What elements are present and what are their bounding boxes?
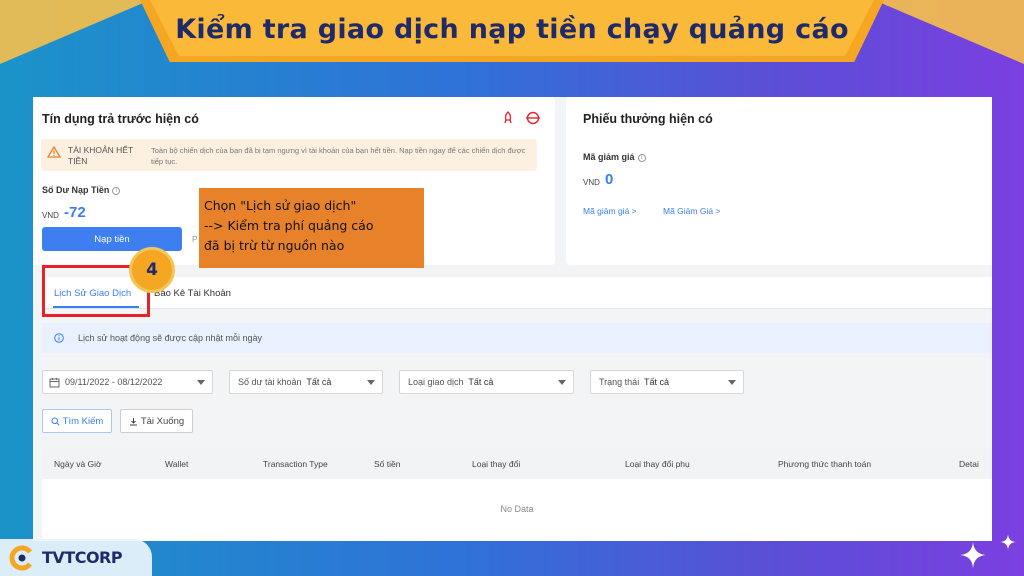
transaction-type-label: Loại giao dịch Tất cả (408, 377, 494, 387)
tab-account-statement[interactable]: Báo Kê Tài Khoản (154, 288, 231, 299)
voucher-card: Phiếu thưởng hiện có Mã giảm giá i VND 0 … (566, 97, 992, 265)
col-payment-method: Phương thức thanh toán (778, 459, 872, 469)
voucher-link-1[interactable]: Mã giảm giá > (583, 206, 637, 216)
callout-note: Chọn "Lịch sử giao dịch" --> Kiểm tra ph… (199, 188, 424, 268)
status-filter-label: Trạng thái Tất cả (599, 377, 670, 387)
download-button[interactable]: Tải Xuống (120, 409, 193, 433)
balance-label: Số Dư Nạp Tiền i (42, 185, 121, 195)
logo-text: TVTCORP (42, 548, 123, 567)
warning-box: TÀI KHOẢN HẾT TIỀN Toàn bộ chiến dịch củ… (41, 139, 537, 171)
voucher-link-2[interactable]: Mã Giảm Giá > (663, 206, 720, 216)
status-filter[interactable]: Trạng thái Tất cả (590, 370, 744, 394)
col-detail: Detai (959, 459, 979, 469)
table-header: Ngày và Giờ Wallet Transaction Type Số t… (42, 449, 992, 479)
search-icon (51, 417, 60, 426)
hidden-link[interactable]: P (192, 234, 198, 244)
info-bar-text: Lịch sử hoạt động sẽ được cập nhật mỗi n… (78, 333, 263, 343)
warning-icon (47, 146, 61, 158)
warning-title: TÀI KHOẢN HẾT TIỀN (68, 145, 134, 166)
transaction-type-filter[interactable]: Loại giao dịch Tất cả (399, 370, 574, 394)
tvtcorp-logo-icon (9, 545, 32, 570)
step-badge: 4 (129, 247, 175, 293)
card-header-icons (501, 111, 541, 125)
voucher-amount: 0 (605, 171, 614, 188)
date-range-picker[interactable]: 09/11/2022 - 08/12/2022 (42, 370, 213, 394)
empty-state: No Data (500, 504, 534, 514)
voucher-title: Phiếu thưởng hiện có (583, 112, 713, 126)
warning-text: Toàn bộ chiến dịch của bạn đã bị tạm ngư… (151, 146, 526, 166)
chevron-down-icon (197, 380, 205, 385)
col-wallet: Wallet (165, 459, 189, 469)
screenshot-panel: Tín dụng trả trước hiện có TÀI KHOẢN HẾT… (33, 97, 992, 541)
tab-bar: Lịch Sử Giao Dịch Báo Kê Tài Khoản (42, 277, 992, 309)
balance-currency: VND (42, 211, 59, 220)
prepaid-credit-title: Tín dụng trả trước hiện có (42, 112, 199, 126)
rocket-icon[interactable] (501, 111, 515, 125)
sparkle-icon (1000, 534, 1016, 550)
col-sub-change-type: Loại thay đổi phụ (625, 459, 690, 469)
callout-line-1: Chọn "Lịch sử giao dịch" (204, 198, 357, 213)
sparkle-icon (960, 542, 986, 568)
callout-line-2: --> Kiểm tra phí quảng cáo (204, 218, 374, 233)
date-range-value: 09/11/2022 - 08/12/2022 (65, 377, 163, 387)
search-button-label: Tìm Kiếm (62, 415, 104, 427)
callout-line-3: đã bị trừ từ nguồn nào (204, 238, 345, 253)
col-change-type: Loại thay đổi (472, 459, 521, 469)
download-icon (129, 417, 137, 425)
col-amount: Số tiền (374, 459, 401, 469)
col-datetime: Ngày và Giờ (54, 459, 102, 469)
chevron-down-icon (367, 380, 375, 385)
info-icon (54, 333, 64, 343)
chevron-down-icon (558, 380, 566, 385)
chevron-down-icon (728, 380, 736, 385)
refresh-icon[interactable] (525, 111, 541, 125)
search-button[interactable]: Tìm Kiếm (42, 409, 112, 433)
info-bar: Lịch sử hoạt động sẽ được cập nhật mỗi n… (42, 323, 992, 353)
brand-logo: TVTCORP (0, 539, 152, 576)
topup-button[interactable]: Nạp tiền (42, 227, 182, 251)
voucher-label: Mã giảm giá i (583, 152, 646, 162)
banner-title: Kiểm tra giao dịch nạp tiền chạy quảng c… (175, 14, 849, 45)
download-button-label: Tải Xuống (140, 415, 185, 427)
voucher-currency: VND (583, 178, 600, 187)
balance-filter[interactable]: Số dư tài khoản Tất cả (229, 370, 383, 394)
info-icon: i (637, 153, 646, 162)
info-icon: i (112, 186, 121, 195)
calendar-icon (49, 378, 60, 388)
transaction-table: Ngày và Giờ Wallet Transaction Type Số t… (42, 449, 992, 541)
balance-filter-label: Số dư tài khoản Tất cả (238, 377, 332, 387)
balance-amount: -72 (64, 204, 86, 221)
col-transaction-type: Transaction Type (263, 459, 328, 469)
banner: Kiểm tra giao dịch nạp tiền chạy quảng c… (0, 0, 1024, 68)
